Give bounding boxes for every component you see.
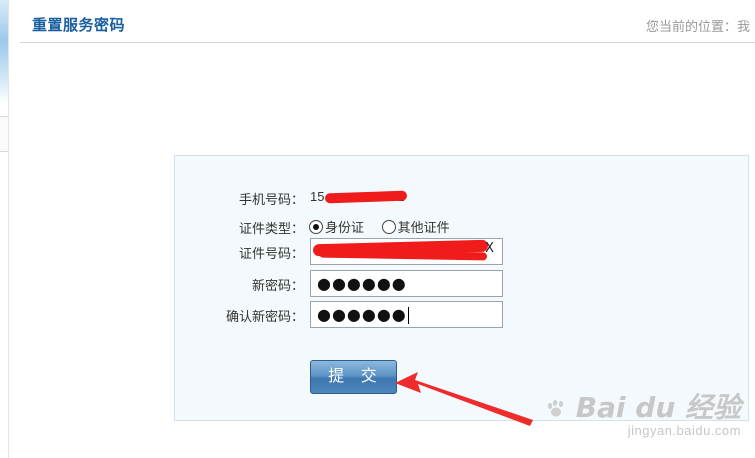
watermark-logo: Bai du 经验 [546, 386, 741, 426]
id-number-row: 证件号码： X [175, 238, 750, 265]
redaction-mark [318, 249, 488, 261]
phone-value: 152 [310, 189, 408, 204]
id-type-radio-group: 身份证 其他证件 [309, 217, 464, 237]
new-password-label: 新密码： [251, 278, 304, 293]
clear-icon[interactable]: X [485, 241, 495, 256]
phone-value-prefix: 15 [310, 189, 325, 204]
left-sidebar-edge [0, 0, 9, 458]
breadcrumb-label: 您当前的位置： [645, 19, 737, 34]
page-header: 重置服务密码 您当前的位置：我 [20, 0, 755, 43]
submit-button[interactable]: 提 交 [310, 360, 397, 394]
page-title: 重置服务密码 [32, 17, 126, 34]
confirm-password-label: 确认新密码： [225, 309, 304, 324]
id-type-label: 证件类型： [238, 221, 304, 236]
radio-id-card[interactable]: 身份证 [309, 217, 364, 236]
radio-other-id-label: 其他证件 [397, 220, 450, 235]
confirm-password-row: 确认新密码： ●●●●●● [175, 301, 750, 328]
phone-row: 手机号码： 152 [175, 184, 750, 210]
sidebar-banner [0, 0, 8, 103]
radio-id-card-label: 身份证 [325, 220, 365, 235]
text-caret [407, 307, 409, 324]
redaction-mark [325, 190, 408, 204]
radio-other-id[interactable]: 其他证件 [381, 217, 450, 236]
new-password-value: ●●●●●● [317, 274, 407, 293]
phone-label: 手机号码： [238, 192, 304, 207]
breadcrumb-link[interactable]: 我 [737, 16, 755, 35]
baidu-jingyan-watermark: Bai du 经验 jingyan.baidu.com [546, 386, 741, 438]
id-number-label: 证件号码： [238, 246, 304, 261]
new-password-row: 新密码： ●●●●●● [175, 270, 750, 297]
confirm-password-value: ●●●●●● [317, 305, 407, 324]
reset-password-form: 手机号码： 152 证件类型： 身份证 其他证件 证件号码： X 新密码： [174, 155, 749, 421]
watermark-logo-text: Bai du 经验 [575, 391, 741, 424]
radio-unchecked-icon[interactable] [381, 219, 396, 234]
breadcrumb: 您当前的位置：我 [646, 16, 755, 35]
id-number-input[interactable]: X [310, 238, 503, 265]
paw-icon [547, 400, 564, 417]
confirm-password-input[interactable]: ●●●●●● [310, 301, 503, 328]
radio-checked-icon[interactable] [309, 219, 323, 234]
new-password-input[interactable]: ●●●●●● [310, 270, 503, 297]
sidebar-menu-item[interactable] [0, 116, 8, 152]
id-type-row: 证件类型： 身份证 其他证件 [175, 213, 750, 239]
